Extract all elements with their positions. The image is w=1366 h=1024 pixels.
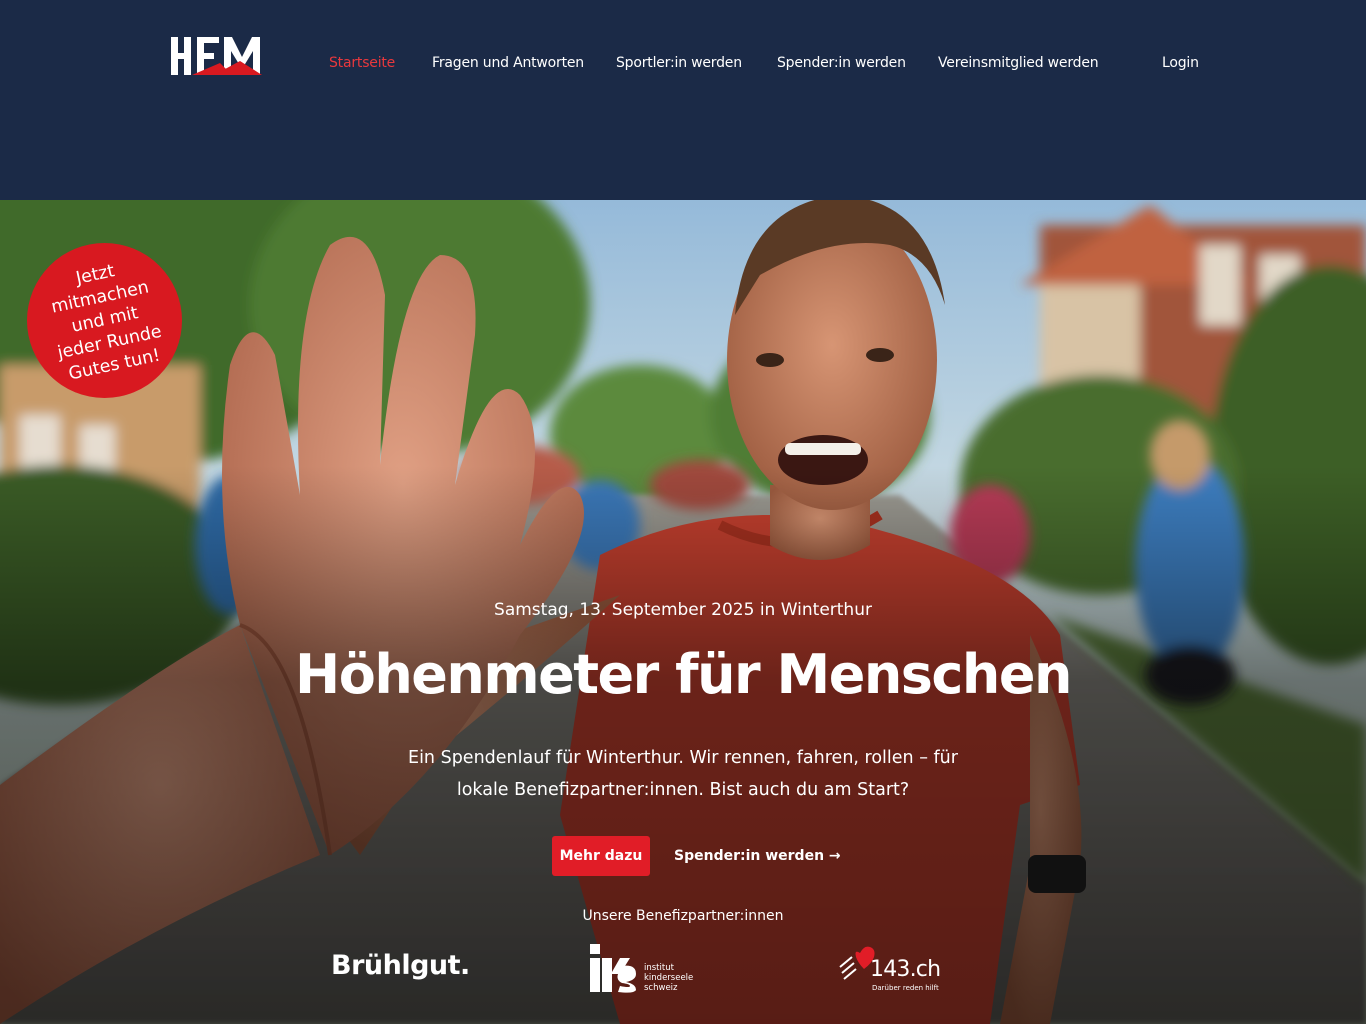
site-header: Startseite Fragen und Antworten Sportler… <box>0 0 1366 200</box>
partner-logo-bruehlgut[interactable]: Brühlgut. <box>331 950 470 981</box>
partner-logo-iks[interactable]: institut kinderseele schweiz <box>588 944 698 994</box>
call-to-action-badge: Jetzt mitmachen und mit jeder Runde Gute… <box>27 243 182 398</box>
nav-spender-werden[interactable]: Spender:in werden <box>777 55 906 71</box>
iks-text-line: schweiz <box>644 983 678 993</box>
partners-label: Unsere Benefizpartner:innen <box>582 908 784 924</box>
page-title: Höhenmeter für Menschen <box>295 643 1072 706</box>
hero-section <box>0 165 1366 1024</box>
nav-startseite[interactable]: Startseite <box>329 55 395 71</box>
iks-text-line: institut <box>644 963 674 973</box>
hero-subtitle: Ein Spendenlauf für Winterthur. Wir renn… <box>408 748 958 800</box>
main-navigation: Startseite Fragen und Antworten Sportler… <box>0 55 1366 75</box>
143ch-name: 143.ch <box>870 957 941 982</box>
nav-login[interactable]: Login <box>1162 55 1199 71</box>
nav-sportler-werden[interactable]: Sportler:in werden <box>616 55 742 71</box>
hero-overlay <box>0 165 1366 1024</box>
iks-logo-icon <box>590 944 636 993</box>
event-date: Samstag, 13. September 2025 in Winterthu… <box>494 600 872 620</box>
mehr-dazu-button[interactable]: Mehr dazu <box>552 836 650 876</box>
iks-logo-text: institut kinderseele schweiz <box>644 963 714 993</box>
partner-logo-143ch[interactable]: 143.ch Darüber reden hilft <box>838 943 941 995</box>
badge-text: Jetzt mitmachen und mit jeder Runde Gute… <box>29 251 180 391</box>
nav-vereinsmitglied-werden[interactable]: Vereinsmitglied werden <box>938 55 1099 71</box>
nav-fragen-und-antworten[interactable]: Fragen und Antworten <box>432 55 584 71</box>
spender-werden-link[interactable]: Spender:in werden → <box>664 836 851 876</box>
143ch-tagline: Darüber reden hilft <box>872 984 939 992</box>
iks-text-line: kinderseele <box>644 973 694 983</box>
